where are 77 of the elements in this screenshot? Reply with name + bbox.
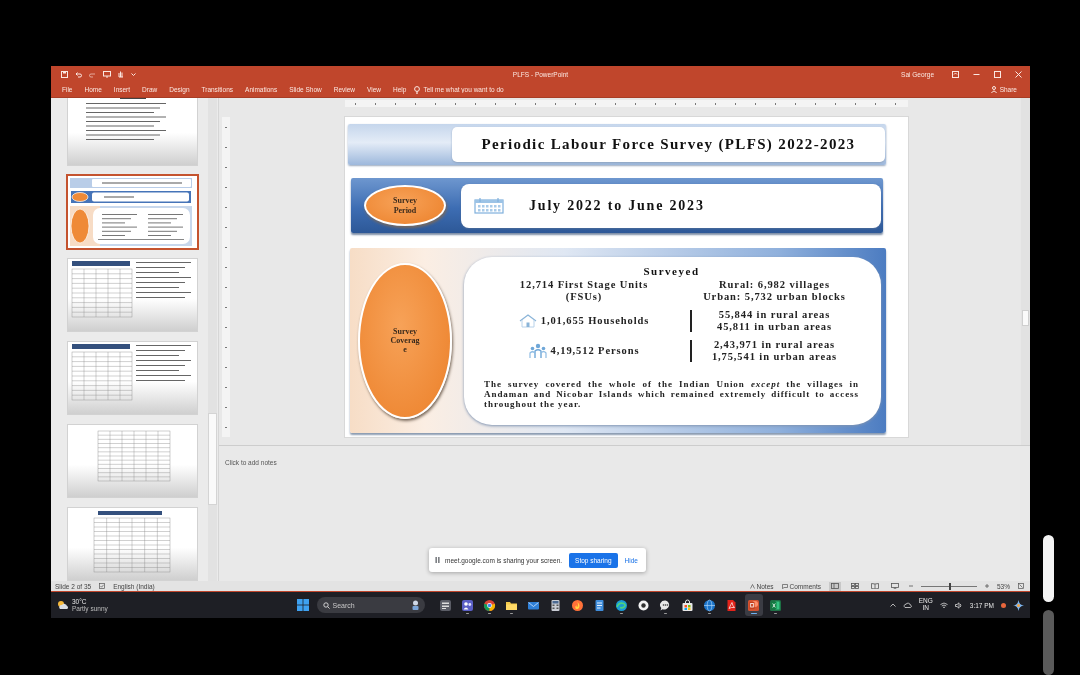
stat-breakdown: Urban: 5,732 urban blocks bbox=[703, 290, 846, 302]
slide-thumbnail[interactable] bbox=[68, 342, 197, 414]
plus-icon[interactable] bbox=[985, 584, 989, 588]
stat-total: 4,19,512 Persons bbox=[550, 345, 640, 356]
stat-total: 1,01,655 Households bbox=[540, 315, 650, 326]
notepad-icon[interactable] bbox=[593, 598, 606, 612]
person-icon bbox=[410, 600, 420, 610]
sparkle-icon[interactable] bbox=[1013, 599, 1024, 611]
chat-icon[interactable] bbox=[659, 598, 672, 612]
bars-icon[interactable] bbox=[118, 70, 124, 78]
notification-dot-icon bbox=[1001, 602, 1006, 608]
view-button[interactable] bbox=[849, 581, 861, 591]
period-label: Survey Period bbox=[392, 196, 418, 215]
book-icon bbox=[871, 583, 879, 589]
scrollbar-thumb[interactable] bbox=[208, 413, 217, 505]
slide-title: Periodic Labour Force Survey (PLFS) 2022-2023 bbox=[481, 136, 856, 153]
period-dates: July 2022 to June 2023 bbox=[529, 197, 705, 214]
slide-thumbnail[interactable] bbox=[68, 425, 197, 497]
pause-icon bbox=[435, 557, 440, 563]
flame-icon[interactable] bbox=[571, 598, 584, 612]
coverage-heading: Surveyed bbox=[643, 265, 700, 277]
close-icon[interactable] bbox=[1015, 70, 1022, 78]
scrollbar-thumb[interactable] bbox=[1043, 535, 1054, 602]
calculator-icon[interactable] bbox=[549, 598, 562, 612]
people-icon[interactable] bbox=[461, 598, 474, 612]
view-button[interactable] bbox=[889, 581, 901, 591]
document-check-icon bbox=[99, 583, 106, 589]
wifi-icon[interactable] bbox=[939, 601, 948, 609]
caret-up-icon bbox=[749, 583, 755, 589]
cloud-icon[interactable] bbox=[902, 602, 912, 608]
presentation-icon[interactable] bbox=[747, 598, 760, 612]
calendar-icon bbox=[474, 197, 504, 214]
stat-breakdown: 1,75,541 in urban areas bbox=[711, 350, 838, 362]
caret-icon[interactable] bbox=[131, 71, 136, 77]
people-group-icon bbox=[528, 342, 547, 359]
stat-breakdown: 45,811 in urban areas bbox=[717, 320, 832, 332]
slide-thumbnail[interactable] bbox=[68, 98, 197, 165]
globe-icon[interactable] bbox=[703, 598, 716, 612]
normal-view-icon bbox=[831, 583, 839, 589]
slide-thumbnail[interactable] bbox=[68, 508, 197, 580]
stat-breakdown: 55,844 in rural areas bbox=[718, 309, 831, 321]
taskbar-app[interactable] bbox=[744, 594, 763, 616]
dot-icon[interactable] bbox=[637, 598, 650, 612]
view-button[interactable] bbox=[829, 581, 841, 591]
ring-icon[interactable] bbox=[483, 598, 496, 612]
bag-icon[interactable] bbox=[681, 598, 694, 612]
save-icon[interactable] bbox=[61, 70, 68, 78]
weather-icon bbox=[57, 600, 69, 610]
slide-thumbnail[interactable] bbox=[68, 176, 197, 248]
coverage-label: Survey Coverage bbox=[389, 326, 421, 355]
lightbulb-icon bbox=[414, 85, 421, 94]
chevron-up-icon[interactable] bbox=[889, 603, 896, 607]
scrollbar-thumb[interactable] bbox=[1022, 310, 1029, 326]
comment-icon bbox=[781, 583, 788, 589]
speaker-icon[interactable] bbox=[954, 601, 963, 609]
panel-icon[interactable] bbox=[439, 598, 452, 612]
start-icon[interactable] bbox=[296, 599, 309, 611]
spreadsheet-icon[interactable] bbox=[769, 598, 782, 612]
document-icon[interactable] bbox=[725, 598, 738, 612]
wave-icon[interactable] bbox=[615, 598, 628, 612]
scrollbar-track bbox=[1043, 609, 1054, 675]
maximize-icon[interactable] bbox=[994, 70, 1001, 78]
undo-icon[interactable] bbox=[75, 70, 82, 78]
house-icon bbox=[518, 313, 537, 328]
slide-thumbnail[interactable] bbox=[68, 259, 197, 331]
stat-breakdown: Rural: 6,982 villages bbox=[719, 279, 830, 291]
fit-icon[interactable] bbox=[1018, 583, 1024, 589]
person-icon bbox=[990, 86, 997, 93]
search-icon bbox=[322, 601, 330, 609]
screen-icon bbox=[891, 583, 899, 589]
grid-view-icon bbox=[851, 583, 859, 589]
ribbon-options-icon[interactable] bbox=[952, 70, 959, 78]
stat-breakdown: 2,43,971 in rural areas bbox=[713, 339, 836, 351]
view-button[interactable] bbox=[869, 581, 881, 591]
stat-total: 12,714 First Stage Units (FSUs) bbox=[518, 279, 650, 302]
presenter-icon[interactable] bbox=[103, 70, 111, 78]
coverage-note: The survey covered the whole of the Indian Union except the villages in Andaman and Nicobar Islands which remained extremely difficult to access throughout the year. bbox=[484, 378, 859, 409]
